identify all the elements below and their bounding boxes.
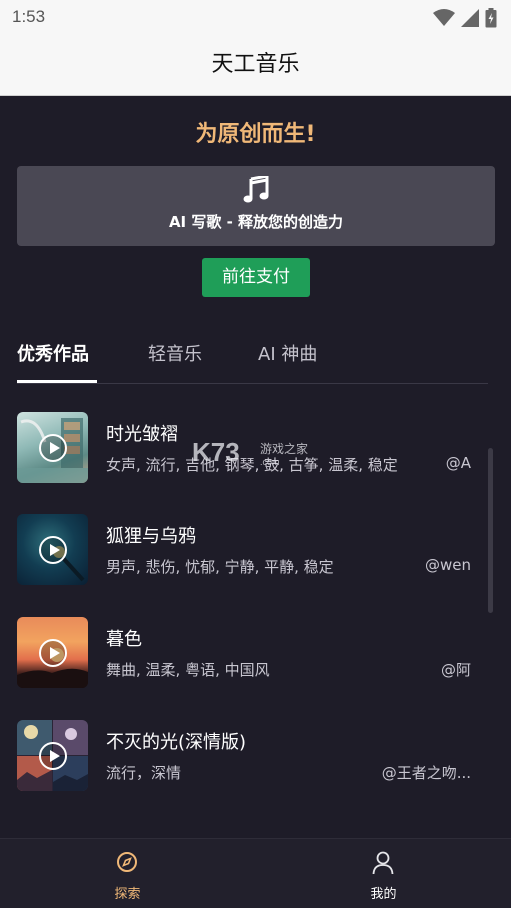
wifi-icon bbox=[433, 9, 455, 26]
song-author: @王者之吻... bbox=[381, 764, 471, 782]
song-tags: 男声, 悲伤, 忧郁, 宁静, 平静, 稳定 bbox=[106, 558, 334, 576]
song-author: @A bbox=[445, 454, 471, 472]
nav-profile[interactable]: 我的 bbox=[256, 839, 511, 908]
song-title: 时光皱褶 bbox=[106, 424, 178, 445]
song-title: 狐狸与乌鸦 bbox=[106, 526, 196, 547]
song-title: 暮色 bbox=[106, 629, 142, 650]
tab-featured[interactable]: 优秀作品 bbox=[17, 340, 89, 366]
play-icon[interactable] bbox=[39, 434, 67, 462]
ai-songwriting-card[interactable]: AI 写歌 - 释放您的创造力 bbox=[17, 166, 495, 246]
song-author: @wen bbox=[424, 556, 471, 574]
compass-icon bbox=[117, 852, 137, 872]
battery-icon bbox=[485, 8, 497, 28]
slogan: 为原创而生! bbox=[195, 122, 316, 147]
tab-light-music[interactable]: 轻音乐 bbox=[148, 340, 202, 366]
song-cover bbox=[17, 514, 88, 585]
play-icon[interactable] bbox=[39, 742, 67, 770]
status-bar: 1:53 bbox=[0, 0, 511, 36]
app-title: 天工音乐 bbox=[211, 52, 300, 77]
list-item[interactable]: 暮色 舞曲, 温柔, 粤语, 中国风 @阿 bbox=[0, 605, 490, 688]
list-item[interactable]: 不灭的光(深情版) 流行，深情 @王者之吻... bbox=[0, 708, 490, 791]
tab-ai-hits[interactable]: AI 神曲 bbox=[258, 340, 317, 366]
watermark-url: .com bbox=[260, 457, 280, 467]
nav-profile-label: 我的 bbox=[370, 887, 397, 902]
music-note-icon bbox=[243, 176, 269, 203]
song-tags: 舞曲, 温柔, 粤语, 中国风 bbox=[106, 661, 270, 679]
song-title: 不灭的光(深情版) bbox=[106, 732, 247, 753]
bottom-nav: 探索 我的 bbox=[0, 838, 511, 908]
song-cover bbox=[17, 720, 88, 791]
song-cover bbox=[17, 412, 88, 483]
list-item[interactable]: 狐狸与乌鸦 男声, 悲伤, 忧郁, 宁静, 平静, 稳定 @wen bbox=[0, 502, 490, 585]
go-to-pay-button[interactable]: 前往支付 bbox=[202, 258, 310, 297]
list-scrollbar[interactable] bbox=[488, 448, 493, 613]
song-cover bbox=[17, 617, 88, 688]
category-tabs: 优秀作品 轻音乐 AI 神曲 bbox=[17, 330, 488, 384]
cell-signal-icon bbox=[461, 9, 479, 27]
active-tab-indicator bbox=[17, 380, 97, 383]
status-time: 1:53 bbox=[12, 7, 46, 26]
watermark-brand: K73 bbox=[192, 437, 240, 467]
song-tags: 流行，深情 bbox=[106, 764, 182, 782]
status-icons bbox=[433, 8, 497, 28]
app-bar: 天工音乐 bbox=[0, 36, 511, 96]
nav-explore[interactable]: 探索 bbox=[0, 839, 255, 908]
ai-songwriting-label: AI 写歌 - 释放您的创造力 bbox=[168, 213, 344, 231]
play-icon[interactable] bbox=[39, 536, 67, 564]
play-icon[interactable] bbox=[39, 639, 67, 667]
watermark-logo: K73 游戏之家 .com bbox=[192, 437, 322, 471]
song-author: @阿 bbox=[440, 661, 471, 679]
nav-explore-label: 探索 bbox=[114, 887, 141, 902]
user-icon bbox=[372, 851, 394, 875]
watermark-text: 游戏之家 bbox=[260, 442, 309, 456]
